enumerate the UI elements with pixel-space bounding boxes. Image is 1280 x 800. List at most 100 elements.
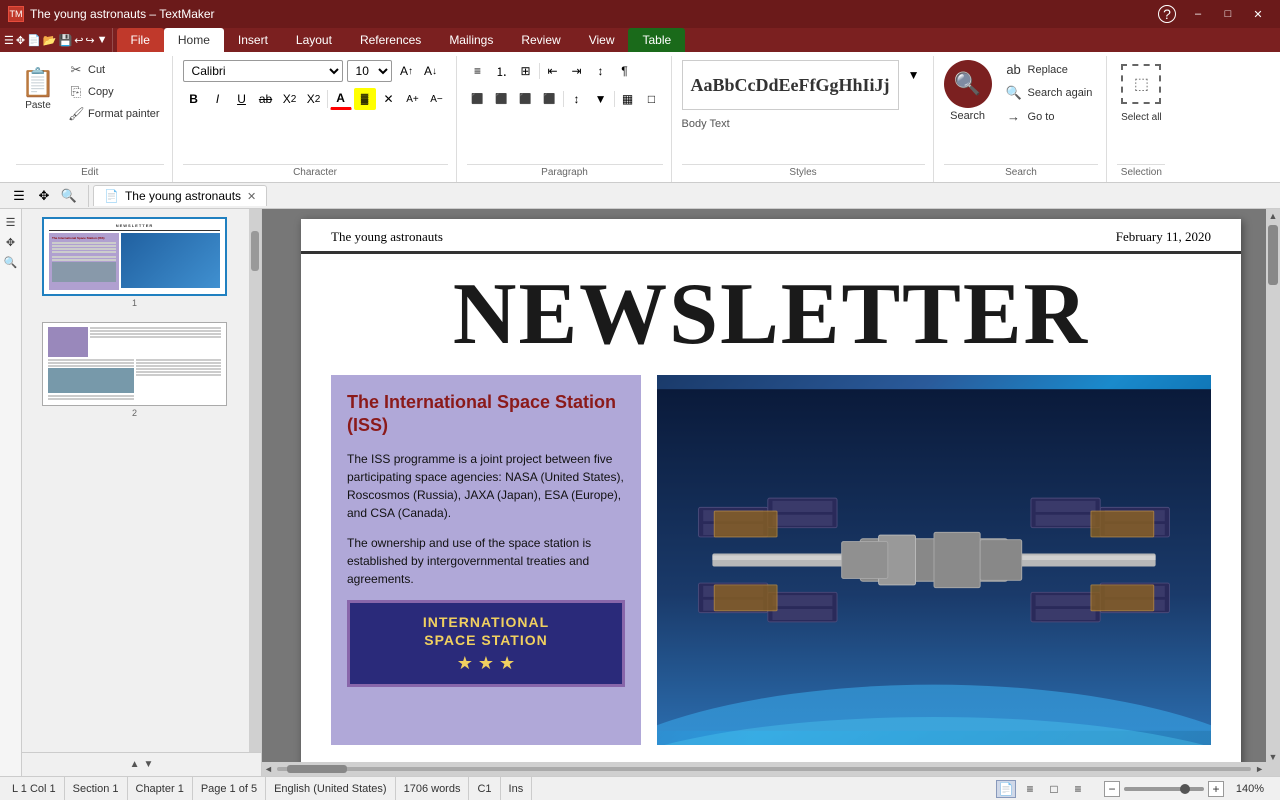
replace-button[interactable]: ab Replace	[1000, 60, 1099, 79]
pilcrow-button[interactable]: ¶	[614, 60, 636, 82]
styles-preview-box[interactable]: AaBbCcDdEeFfGgHhIiJj	[682, 60, 899, 110]
thumb-scroll-up-btn[interactable]: ▲	[130, 759, 140, 770]
shrink-font-button[interactable]: A↓	[420, 60, 442, 82]
menu-home[interactable]: Home	[164, 28, 224, 52]
font-color-button[interactable]: A	[330, 88, 352, 110]
menu-review[interactable]: Review	[507, 28, 574, 52]
qa-save-btn[interactable]: 💾	[59, 34, 73, 47]
view-read-btn[interactable]: ≡	[1068, 780, 1088, 798]
thumbnail-1[interactable]: NEWSLETTER The International Space Stati…	[30, 217, 239, 310]
scroll-thumb-h[interactable]	[287, 765, 347, 773]
menu-table[interactable]: Table	[628, 28, 685, 52]
scroll-left-arrow[interactable]: ◄	[262, 764, 275, 774]
lvc-btn-3[interactable]: 🔍	[2, 253, 20, 271]
superscript-button[interactable]: X2	[303, 88, 325, 110]
qa-more-btn[interactable]: ▼	[97, 34, 108, 46]
zoom-minus-button[interactable]: −	[1104, 781, 1120, 797]
tab-close-button[interactable]: ✕	[247, 190, 256, 203]
strikethrough-button[interactable]: ab	[255, 88, 277, 110]
view-page-btn[interactable]: 📄	[996, 780, 1016, 798]
qa-move-btn[interactable]: ✥	[16, 34, 25, 47]
character-group: Calibri 10 A↑ A↓ B I U	[175, 56, 457, 182]
menu-insert[interactable]: Insert	[224, 28, 282, 52]
font-family-select[interactable]: Calibri	[183, 60, 343, 82]
align-right-button[interactable]: ⬛	[515, 88, 537, 110]
scroll-right-arrow[interactable]: ►	[1253, 764, 1266, 774]
font-size-select[interactable]: 10	[347, 60, 392, 82]
qa-redo-btn[interactable]: ↪	[85, 34, 94, 47]
paragraph-group-label: Paragraph	[467, 164, 663, 182]
view-outline-btn[interactable]: ≡	[1020, 780, 1040, 798]
help-button[interactable]: ?	[1158, 5, 1176, 23]
select-all-button[interactable]: ⬚	[1117, 60, 1165, 108]
menu-layout[interactable]: Layout	[282, 28, 346, 52]
search-again-button[interactable]: 🔍 Search again	[1000, 83, 1099, 103]
zoom-plus-button[interactable]: +	[1208, 781, 1224, 797]
qa-open-btn[interactable]: 📂	[43, 34, 57, 47]
selection-group-label: Selection	[1117, 164, 1165, 182]
scroll-up-arrow[interactable]: ▲	[1267, 209, 1280, 223]
bold-button[interactable]: B	[183, 88, 205, 110]
bullets-button[interactable]: ≡	[467, 60, 489, 82]
zoom-slider[interactable]	[1124, 787, 1204, 791]
scroll-thumb-vertical[interactable]	[1268, 225, 1278, 285]
multilevel-button[interactable]: ⊞	[515, 60, 537, 82]
line-spacing-button[interactable]: ↕	[566, 88, 588, 110]
sort-button[interactable]: ↕	[590, 60, 612, 82]
thumb-scroll-down-btn[interactable]: ▼	[144, 759, 154, 770]
underline-button[interactable]: U	[231, 88, 253, 110]
para-row-2: ⬛ ⬛ ⬛ ⬛ ↕ ▼ ▦ □	[467, 88, 663, 110]
qa-new-btn[interactable]: 📄	[27, 34, 41, 47]
styles-group: AaBbCcDdEeFfGgHhIiJj Body Text ▼ Styles	[674, 56, 934, 182]
view-search-btn[interactable]: 🔍	[58, 185, 80, 207]
para-more-button[interactable]: ▼	[590, 88, 612, 110]
goto-icon: →	[1006, 109, 1022, 124]
cut-button[interactable]: ✂ Cut	[64, 60, 164, 80]
copy-button[interactable]: ⎘ Copy	[64, 82, 164, 102]
menu-file[interactable]: File	[117, 28, 164, 52]
maximize-button[interactable]: □	[1214, 4, 1242, 24]
view-sidebar-btn[interactable]: ☰	[8, 185, 30, 207]
doc-tab-young-astronauts[interactable]: 📄 The young astronauts ✕	[93, 185, 267, 206]
thumb-panel-bottom: ▲ ▼	[22, 752, 261, 776]
title-bar: TM The young astronauts – TextMaker ? – …	[0, 0, 1280, 28]
scroll-corner	[1266, 762, 1280, 776]
minimize-button[interactable]: –	[1184, 4, 1212, 24]
numbering-button[interactable]: ⒈	[491, 60, 513, 82]
search-button[interactable]: 🔍	[944, 60, 992, 108]
qa-menu-btn[interactable]: ☰	[4, 34, 14, 47]
clear-format-button[interactable]: ✕	[378, 88, 400, 110]
increase-indent-button[interactable]: ⇥	[566, 60, 588, 82]
goto-button[interactable]: → Go to	[1000, 107, 1099, 126]
highlight-button[interactable]: ▓	[354, 88, 376, 110]
shading-button[interactable]: ▦	[617, 88, 639, 110]
menu-mailings[interactable]: Mailings	[435, 28, 507, 52]
format-painter-button[interactable]: 🖌 Format painter	[64, 104, 164, 124]
thumb-scrollbar[interactable]	[249, 209, 261, 752]
view-web-btn[interactable]: □	[1044, 780, 1064, 798]
lvc-btn-2[interactable]: ✥	[2, 233, 20, 251]
menu-references[interactable]: References	[346, 28, 435, 52]
lvc-btn-1[interactable]: ☰	[2, 213, 20, 231]
subscript-button[interactable]: X2	[279, 88, 301, 110]
styles-dropdown-button[interactable]: ▼	[903, 64, 925, 86]
decrease-indent-button[interactable]: ⇤	[542, 60, 564, 82]
menu-view[interactable]: View	[575, 28, 629, 52]
italic-button[interactable]: I	[207, 88, 229, 110]
paste-button[interactable]: 📋 Paste	[16, 60, 60, 115]
doc-right-scrollbar[interactable]: ▲ ▼ ▲ ▼	[1266, 209, 1280, 776]
justify-button[interactable]: ⬛	[539, 88, 561, 110]
align-center-button[interactable]: ⬛	[491, 88, 513, 110]
qa-undo-btn[interactable]: ↩	[74, 34, 83, 47]
title-left: TM The young astronauts – TextMaker	[8, 6, 215, 22]
border-button[interactable]: □	[641, 88, 663, 110]
close-button[interactable]: ✕	[1244, 4, 1272, 24]
doc-bottom-scrollbar[interactable]: ◄ ►	[262, 762, 1266, 776]
grow2-button[interactable]: A+	[402, 88, 424, 110]
align-left-button[interactable]: ⬛	[467, 88, 489, 110]
view-move-btn[interactable]: ✥	[33, 185, 55, 207]
paragraph-group-content: ≡ ⒈ ⊞ ⇤ ⇥ ↕ ¶ ⬛ ⬛ ⬛ ⬛	[467, 56, 663, 164]
shrink2-button[interactable]: A−	[426, 88, 448, 110]
grow-font-button[interactable]: A↑	[396, 60, 418, 82]
thumbnail-2[interactable]: 2	[30, 322, 239, 420]
